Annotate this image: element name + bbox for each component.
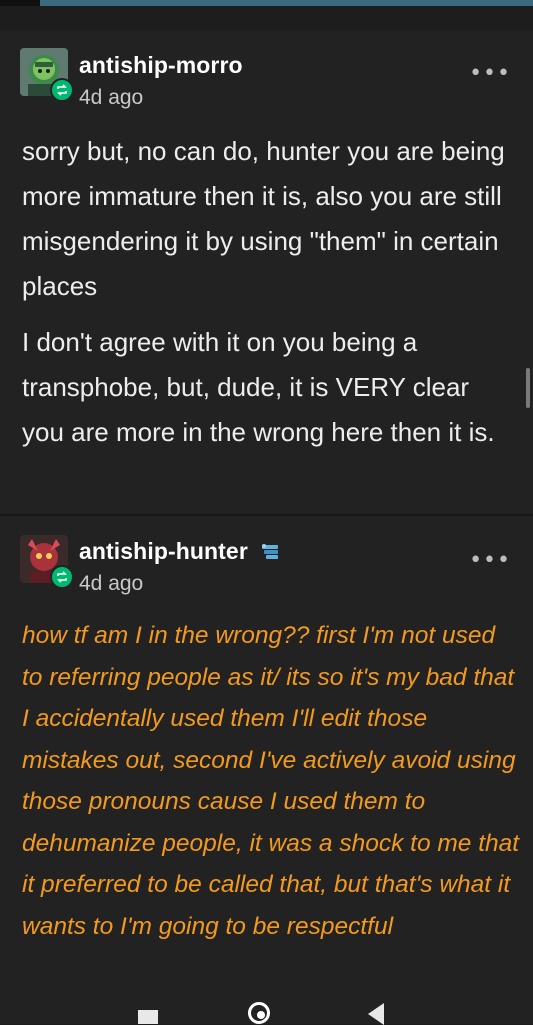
post-username[interactable]: antiship-morro: [79, 52, 243, 79]
post-paragraph: sorry but, no can do, hunter you are bei…: [22, 136, 505, 301]
top-strip: [0, 0, 533, 6]
more-icon[interactable]: •••: [469, 63, 511, 85]
reblog-icon: [50, 78, 74, 102]
post-timestamp[interactable]: 4d ago: [79, 572, 143, 596]
post-username-row[interactable]: antiship-hunter: [79, 538, 282, 566]
recent-apps-button[interactable]: [138, 1010, 158, 1024]
top-strip-shadow: [0, 0, 40, 6]
post-username[interactable]: antiship-hunter: [79, 538, 248, 564]
back-button[interactable]: [368, 1003, 384, 1025]
more-icon[interactable]: •••: [469, 550, 511, 572]
avatar-morro[interactable]: [20, 48, 74, 102]
home-dot: [257, 1011, 265, 1019]
post-paragraph: I don't agree with it on you being a tra…: [22, 327, 495, 447]
badge-icon[interactable]: [260, 539, 282, 566]
post-timestamp[interactable]: 4d ago: [79, 86, 143, 110]
post-paragraph: how tf am I in the wrong?? first I'm not…: [22, 622, 520, 940]
home-button[interactable]: [248, 1002, 270, 1024]
reblog-icon: [50, 565, 74, 589]
avatar-hunter[interactable]: [20, 535, 74, 589]
scrollbar[interactable]: [526, 368, 530, 408]
